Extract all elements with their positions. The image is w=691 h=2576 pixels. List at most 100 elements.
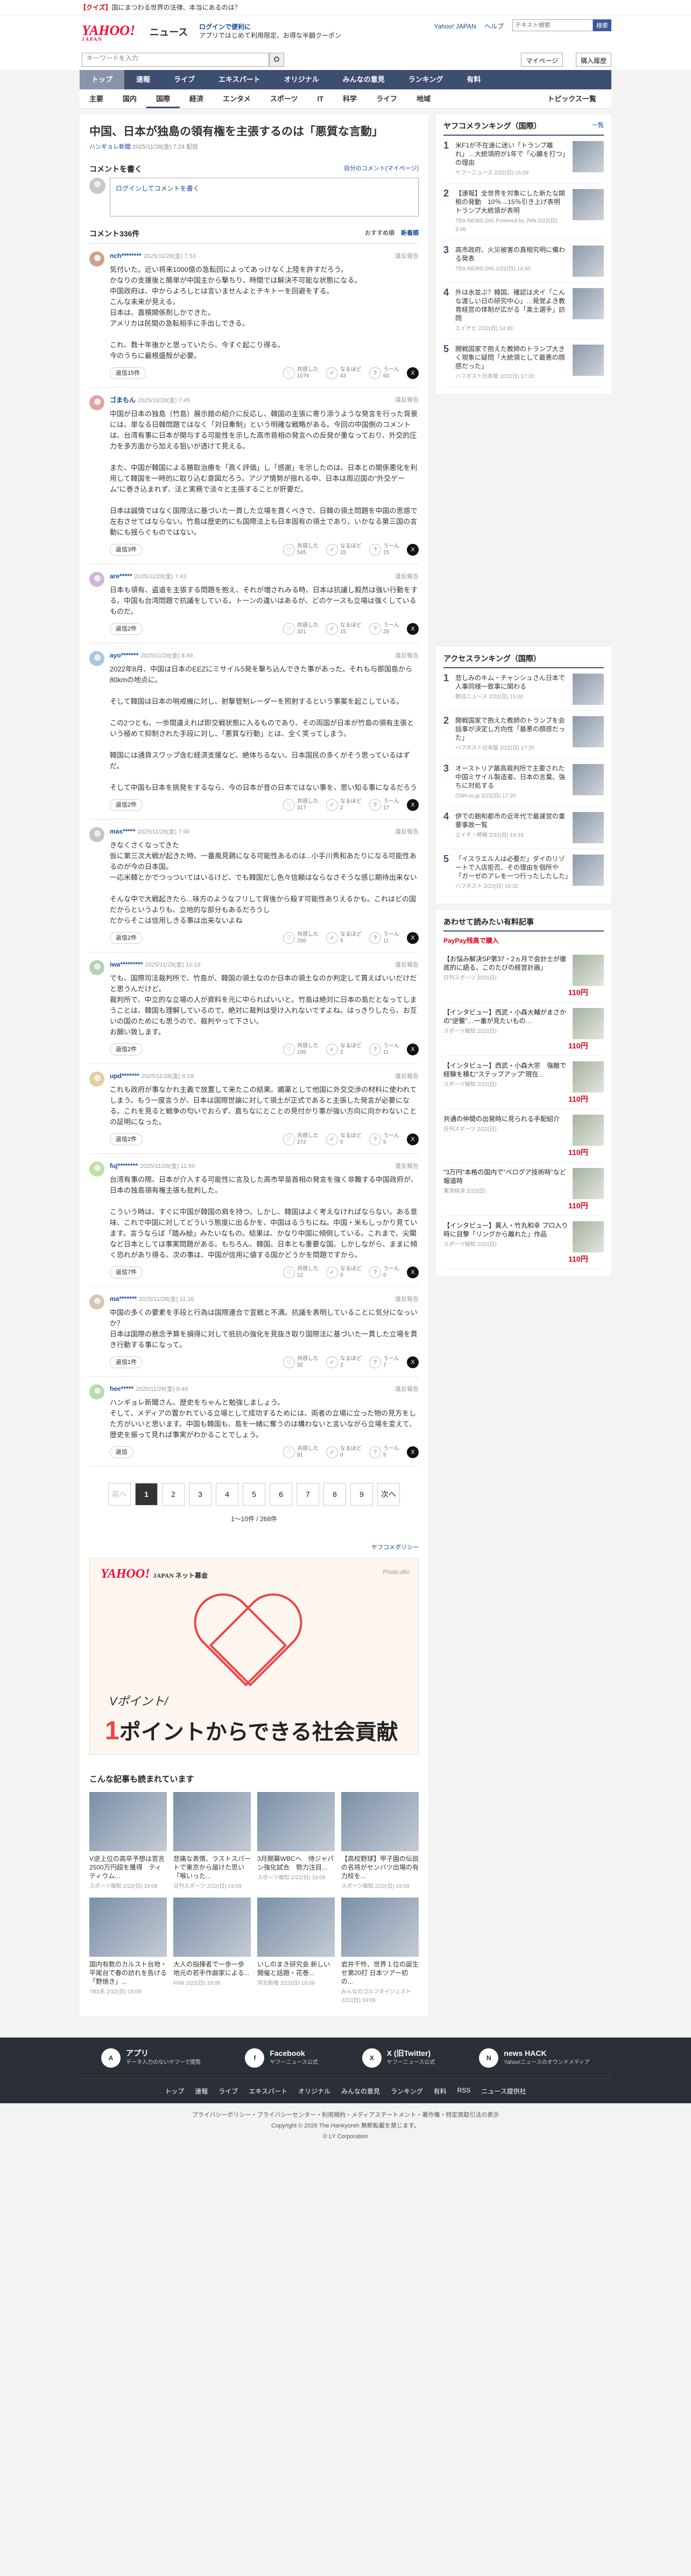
subnav-item[interactable]: IT	[307, 89, 333, 108]
recommend-item[interactable]: 悲痛な表情、ラストスパートで東京から届けた思い「喉いった... 日刊スポーツ 2/…	[173, 1792, 251, 1891]
doubt-reaction[interactable]: ? うーん 11	[369, 1043, 399, 1056]
report-link[interactable]: 違反報告	[395, 651, 419, 660]
reply-button[interactable]: 返信1件	[110, 1356, 143, 1368]
login-link[interactable]: ログインしてコメントを書く	[116, 185, 200, 192]
recommend-item[interactable]: 【高校野球】甲子園の伝説の名将がセンバツ出場の有力校を... スポーツ報知 2/2…	[341, 1792, 419, 1891]
footer-nav-item[interactable]: 有料	[434, 2087, 447, 2096]
doubt-reaction[interactable]: ? うーん 5	[369, 1446, 399, 1459]
reply-button[interactable]: 返信7件	[110, 1266, 143, 1278]
subnav-item[interactable]: 科学	[333, 89, 366, 108]
report-link[interactable]: 違反報告	[395, 1072, 419, 1080]
comment-user[interactable]: nch********	[110, 252, 142, 260]
top-notice[interactable]: 【クイズ】国にまつわる世界の法律、本当にあるのは？	[0, 0, 691, 15]
report-link[interactable]: 違反報告	[395, 572, 419, 580]
footer-nav-item[interactable]: ランキング	[391, 2087, 423, 2096]
footer-nav-item[interactable]: みんなの意見	[341, 2087, 380, 2096]
insight-reaction[interactable]: ✓ なるほど 9	[326, 932, 362, 944]
ranking-more-link[interactable]: 一覧	[592, 121, 604, 131]
pager-page[interactable]: 5	[243, 1483, 265, 1506]
empathy-reaction[interactable]: ♡ 共感した 272	[283, 1133, 319, 1146]
recommend-item[interactable]: V逆上位の高卒予想は苦言2500万円超を獲得 ティティウム... スポーツ報知 2…	[89, 1792, 167, 1891]
reply-button[interactable]: 返信3件	[110, 544, 143, 556]
ranking-item[interactable]: 4 外は氷並ぶ？韓国、確認は犬イ「こんな渡しい日の研究中心」…発覚よき教育経営の体…	[443, 283, 604, 339]
comment-user[interactable]: upd*******	[110, 1072, 139, 1080]
header-search-button[interactable]: 検索	[593, 19, 611, 31]
sort-recommended[interactable]: おすすめ順	[365, 230, 394, 236]
gnav-item[interactable]: みんなの意見	[331, 70, 397, 89]
ranking-item[interactable]: 1 米F1が不在速に迷い「トランプ離れ」…大統領府が1年で「心臓を打つ」の理由 ヤフ…	[443, 136, 604, 184]
doubt-reaction[interactable]: ? うーん 60	[369, 367, 399, 380]
sort-new[interactable]: 新着順	[401, 230, 419, 236]
yahoo-japan-link[interactable]: Yahoo! JAPAN	[434, 23, 476, 30]
ranking-item[interactable]: 5 「イスラエル人は必要だ」ダイのリゾートで入店拒否、その理由を個所や「ガーゼのア…	[443, 849, 604, 897]
article-source[interactable]: ハンギョレ新聞	[89, 144, 131, 150]
header-promo[interactable]: ログインで便利に アプリではじめて利用限定、お得な半額クーポン	[199, 23, 341, 40]
footer-nav-item[interactable]: オリジナル	[298, 2087, 330, 2096]
x-share-icon[interactable]: X	[407, 1266, 419, 1278]
insight-reaction[interactable]: ✓ なるほど 2	[326, 1043, 362, 1056]
x-share-icon[interactable]: X	[407, 1133, 419, 1145]
footer-col[interactable]: Nnews HACK Yahoo!ニュースのオウンドメディア	[479, 2048, 590, 2068]
subnav-item[interactable]: スポーツ	[260, 89, 308, 108]
comment-user[interactable]: are*****	[110, 572, 132, 580]
reply-button[interactable]: 返信2件	[110, 1133, 143, 1145]
x-share-icon[interactable]: X	[407, 1044, 419, 1055]
yahoo-logo[interactable]: YAHOO! JAPAN	[82, 23, 146, 43]
report-link[interactable]: 違反報告	[395, 395, 419, 404]
footer-nav-item[interactable]: トップ	[165, 2087, 184, 2096]
news-label[interactable]: ニュース	[150, 25, 188, 39]
comment-login-field[interactable]: ログインしてコメントを書く	[110, 178, 419, 216]
footer-nav-item[interactable]: 速報	[195, 2087, 208, 2096]
comment-user[interactable]: ayo*******	[110, 652, 138, 659]
paid-article-item[interactable]: "3万円"本格の国内で"ペログア技術時"など報道時 東洋経済 2/22(日) 110…	[443, 1163, 604, 1216]
empathy-reaction[interactable]: ♡ 共感した 12	[283, 1266, 319, 1279]
comment-user[interactable]: fuj********	[110, 1162, 138, 1170]
x-share-icon[interactable]: X	[407, 1446, 419, 1458]
pager-page[interactable]: 9	[350, 1483, 373, 1506]
gnav-item[interactable]: トップ	[80, 70, 125, 89]
recommend-item[interactable]: 国内有数のカルスト台地・平尾台で春の訪れを告げる「野焼き」... TBS系 2/2…	[89, 1898, 167, 2005]
pager-page[interactable]: 4	[216, 1483, 238, 1506]
report-link[interactable]: 違反報告	[395, 1384, 419, 1393]
comment-user[interactable]: ゴまもん	[110, 396, 136, 404]
x-share-icon[interactable]: X	[407, 1356, 419, 1368]
article-title[interactable]: 中国、日本が独島の領有権を主張するのは「悪質な言動」	[89, 114, 419, 139]
gnav-item[interactable]: オリジナル	[272, 70, 331, 89]
mypage-button[interactable]: マイページ	[521, 53, 563, 67]
footer-nav-item[interactable]: RSS	[457, 2087, 471, 2096]
insight-reaction[interactable]: ✓ なるほど 0	[326, 1446, 362, 1459]
paid-article-item[interactable]: 【インタビュー】西武・小森大輔がまさかの"逆襲"…一番が見たいもの… スポーツ報知…	[443, 1003, 604, 1056]
subnav-item[interactable]: 主要	[80, 89, 113, 108]
report-link[interactable]: 違反報告	[395, 1294, 419, 1303]
empathy-reaction[interactable]: ♡ 共感した 321	[283, 622, 319, 635]
pager-page[interactable]: 1	[135, 1483, 158, 1506]
ranking-item[interactable]: 3 オーストリア最高裁判所で主要された中国ミサイル製造者、日本の言葉、強ちに対処す…	[443, 759, 604, 807]
paid-article-item[interactable]: 【お悩み解決SP第37・2ヵ月で会計士が徹底的に語る、このたびの経営計画」 日刊ス…	[443, 949, 604, 1003]
report-link[interactable]: 違反報告	[395, 1161, 419, 1170]
ranking-item[interactable]: 2 【速報】全世界を対象にした新たな関税の発動 10％→15％引き上げ表明 トラン…	[443, 184, 604, 240]
footer-col[interactable]: X X (旧Twitter) ヤフーニュース公式	[362, 2048, 435, 2068]
donation-banner[interactable]: YAHOO! JAPAN ネット募金 Photo:afio Vポイント/ 1ポイ…	[89, 1558, 419, 1755]
x-share-icon[interactable]: X	[407, 367, 419, 379]
insight-reaction[interactable]: ✓ なるほど 5	[326, 1133, 362, 1146]
x-share-icon[interactable]: X	[407, 544, 419, 556]
gnav-item[interactable]: ランキング	[397, 70, 455, 89]
x-share-icon[interactable]: X	[407, 623, 419, 635]
report-link[interactable]: 違反報告	[395, 960, 419, 969]
header-search-input[interactable]	[512, 19, 593, 31]
ranking-item[interactable]: 5 開戦国家で抱えた教師のトランプ大きく現象に疑問「大統領として最悪の顔感だった」…	[443, 339, 604, 387]
footer-col[interactable]: A アプリ データ入力のないヤフーで閲覧	[101, 2048, 201, 2068]
doubt-reaction[interactable]: ? うーん 5	[369, 1133, 399, 1146]
comment-user[interactable]: iwa*********	[110, 961, 143, 968]
comment-user[interactable]: mas*****	[110, 828, 135, 835]
ranking-item[interactable]: 4 伊での飽和都市の近年代で最運営の重要事故一覧 エイチ・時報 2/22(日) 19…	[443, 807, 604, 849]
gnav-item[interactable]: 速報	[124, 70, 162, 89]
doubt-reaction[interactable]: ? うーん 25	[369, 622, 399, 635]
empathy-reaction[interactable]: ♡ 共感した 256	[283, 932, 319, 944]
subnav-item[interactable]: 国際	[146, 89, 180, 108]
pager-page[interactable]: 6	[270, 1483, 292, 1506]
keyword-search-button[interactable]	[269, 53, 284, 67]
help-link[interactable]: ヘルプ	[484, 23, 504, 30]
subnav-item[interactable]: エンタメ	[213, 89, 260, 108]
reply-button[interactable]: 返信15件	[110, 367, 146, 379]
